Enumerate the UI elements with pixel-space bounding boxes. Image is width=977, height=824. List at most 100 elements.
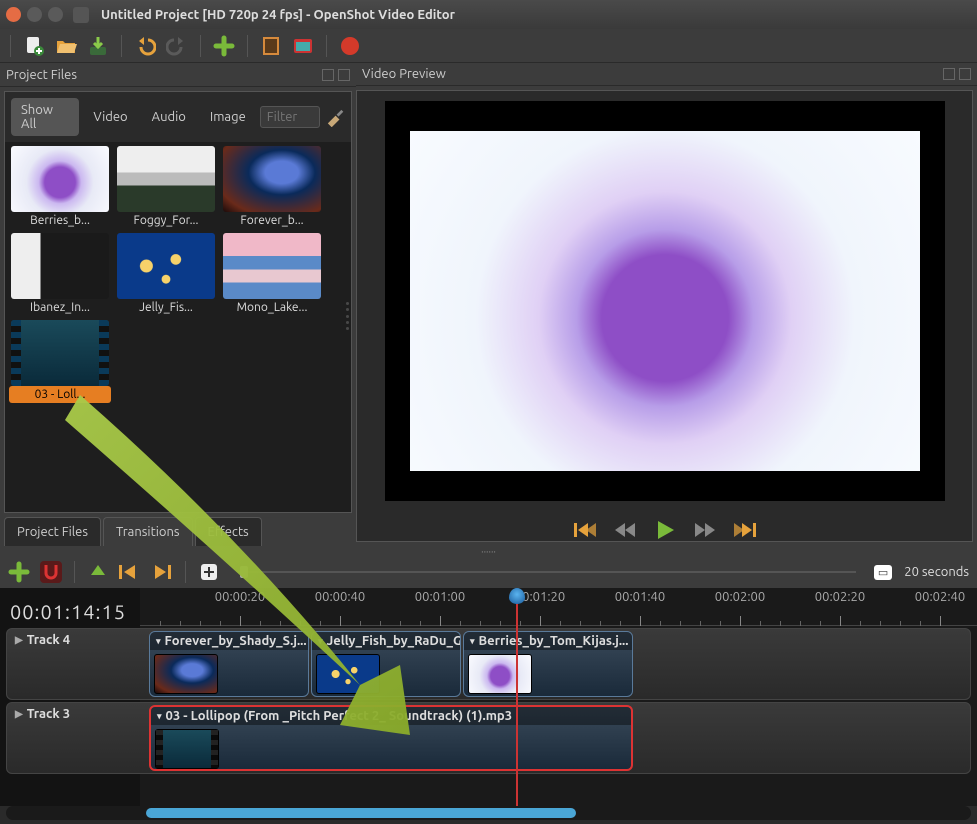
filter-audio-tab[interactable]: Audio (142, 105, 196, 129)
clip-label: 03 - Lollipop (From _Pitch Perfect 2_ So… (166, 709, 513, 723)
project-files-grid: Berries_b... Foggy_For... Forever_b... I… (5, 142, 351, 512)
zoom-slider-handle[interactable] (240, 566, 248, 578)
filter-show-all-tab[interactable]: Show All (11, 98, 79, 136)
timeline-clip[interactable]: ▾Jelly_Fish_by_RaDu_G... (311, 631, 461, 697)
main-toolbar (0, 29, 977, 63)
clip-thumbnail (316, 654, 380, 694)
timeline-body: 00:01:14:15 00:00:2000:00:4000:01:0000:0… (0, 588, 977, 806)
clear-filter-icon[interactable] (324, 106, 345, 128)
playback-controls (574, 519, 756, 541)
panel-close-icon[interactable] (338, 69, 350, 81)
project-file-item[interactable]: Mono_Lake... (221, 233, 323, 316)
undo-button[interactable] (134, 35, 156, 57)
chevron-down-icon: ▾ (318, 636, 323, 647)
clip-thumbnail (155, 729, 219, 769)
track-label[interactable]: ▶Track 4 (15, 633, 70, 647)
center-playhead-button[interactable] (198, 561, 220, 583)
panel-close-icon[interactable] (959, 68, 971, 80)
timeline-clip[interactable]: ▾ 03 - Lollipop (From _Pitch Perfect 2_ S… (149, 705, 633, 771)
project-file-item[interactable]: Jelly_Fis... (115, 233, 217, 316)
export-button[interactable] (339, 35, 361, 57)
left-panel-tabs: Project Files Transitions Effects (0, 515, 356, 546)
timeline-scrollbar[interactable] (6, 806, 971, 820)
panel-resize-handle[interactable] (346, 302, 350, 330)
fast-forward-button[interactable] (694, 521, 716, 539)
preview-viewport (385, 101, 945, 501)
clip-thumbnail (154, 654, 218, 694)
thumbnail-image (117, 146, 215, 212)
window-title: Untitled Project [HD 720p 24 fps] - Open… (101, 8, 455, 22)
video-preview-panel-header: Video Preview (356, 63, 977, 86)
zoom-label-icon: ▭ (874, 565, 892, 580)
thumbnail-image (223, 233, 321, 299)
window-close-button[interactable] (6, 7, 21, 22)
jump-end-button[interactable] (734, 521, 756, 539)
project-files-panel: Show All Video Audio Image Berries_b... … (4, 91, 352, 513)
video-preview-title: Video Preview (362, 67, 446, 81)
chevron-right-icon: ▶ (15, 708, 23, 720)
redo-button[interactable] (166, 35, 188, 57)
project-file-item[interactable]: Foggy_For... (115, 146, 217, 229)
profile-button[interactable] (260, 35, 282, 57)
snap-button[interactable] (40, 561, 62, 583)
prev-marker-button[interactable] (119, 561, 141, 583)
zoom-slider[interactable] (238, 571, 856, 573)
panel-float-icon[interactable] (943, 68, 955, 80)
track-name: Track 4 (27, 633, 70, 647)
rewind-button[interactable] (614, 521, 636, 539)
save-project-button[interactable] (87, 35, 109, 57)
filter-image-tab[interactable]: Image (200, 105, 256, 129)
add-track-button[interactable] (8, 561, 30, 583)
track-content[interactable]: ▾ 03 - Lollipop (From _Pitch Perfect 2_ S… (141, 703, 970, 773)
open-project-button[interactable] (55, 35, 77, 57)
chevron-down-icon: ▾ (157, 711, 162, 722)
timeline-tracks-area[interactable]: 00:00:2000:00:4000:01:0000:01:2000:01:40… (140, 588, 977, 806)
project-files-title: Project Files (6, 68, 77, 82)
thumbnail-label: Ibanez_In... (9, 299, 111, 316)
playhead[interactable] (516, 600, 518, 806)
jump-start-button[interactable] (574, 521, 596, 539)
timeline-ruler[interactable]: 00:00:2000:00:4000:01:0000:01:2000:01:40… (140, 588, 977, 626)
track-label[interactable]: ▶ Track 3 (15, 707, 70, 721)
window-maximize-button[interactable] (48, 7, 63, 22)
filter-video-tab[interactable]: Video (83, 105, 137, 129)
track-row: ▶Track 4 ▾Forever_by_Shady_S.j...▾Jelly_… (6, 628, 971, 700)
project-file-item[interactable]: Forever_b... (221, 146, 323, 229)
toolbar-divider (200, 35, 201, 57)
timeline-panel: ▭ 20 seconds 00:01:14:15 00:00:2000:00:4… (0, 556, 977, 824)
window-minimize-button[interactable] (27, 7, 42, 22)
play-button[interactable] (654, 519, 676, 541)
tab-transitions[interactable]: Transitions (103, 517, 193, 546)
add-marker-button[interactable] (87, 561, 109, 583)
project-file-item[interactable]: 03 - Loll... (9, 320, 111, 403)
thumbnail-label: Mono_Lake... (221, 299, 323, 316)
filter-input[interactable] (260, 106, 320, 128)
track-content[interactable]: ▾Forever_by_Shady_S.j...▾Jelly_Fish_by_R… (141, 629, 970, 699)
clip-header: ▾Jelly_Fish_by_RaDu_G... (312, 632, 460, 650)
thumbnail-label: Forever_b... (221, 212, 323, 229)
horizontal-splitter[interactable]: ······ (0, 546, 977, 556)
preview-image (410, 131, 920, 471)
titlebar: Untitled Project [HD 720p 24 fps] - Open… (0, 0, 977, 29)
toolbar-divider (121, 35, 122, 57)
project-file-item[interactable]: Ibanez_In... (9, 233, 111, 316)
fullscreen-button[interactable] (292, 35, 314, 57)
tab-project-files[interactable]: Project Files (4, 517, 101, 546)
panel-float-icon[interactable] (322, 69, 334, 81)
clip-header: ▾Forever_by_Shady_S.j... (150, 632, 308, 650)
chevron-down-icon: ▾ (470, 636, 475, 647)
next-marker-button[interactable] (151, 561, 173, 583)
import-files-button[interactable] (213, 35, 235, 57)
timeline-clip[interactable]: ▾Forever_by_Shady_S.j... (149, 631, 309, 697)
clip-header: ▾ 03 - Lollipop (From _Pitch Perfect 2_ S… (151, 707, 631, 725)
track-name: Track 3 (27, 707, 70, 721)
timeline-clip[interactable]: ▾ Berries_by_Tom_Kijas.j... (463, 631, 633, 697)
tab-effects[interactable]: Effects (195, 517, 262, 546)
timeline-toolbar: ▭ 20 seconds (0, 556, 977, 588)
clip-label: Berries_by_Tom_Kijas.j... (479, 634, 629, 648)
project-files-panel-header: Project Files (0, 63, 356, 87)
thumbnail-image (11, 233, 109, 299)
project-file-item[interactable]: Berries_b... (9, 146, 111, 229)
new-project-button[interactable] (23, 35, 45, 57)
clip-thumbnail (468, 654, 532, 694)
